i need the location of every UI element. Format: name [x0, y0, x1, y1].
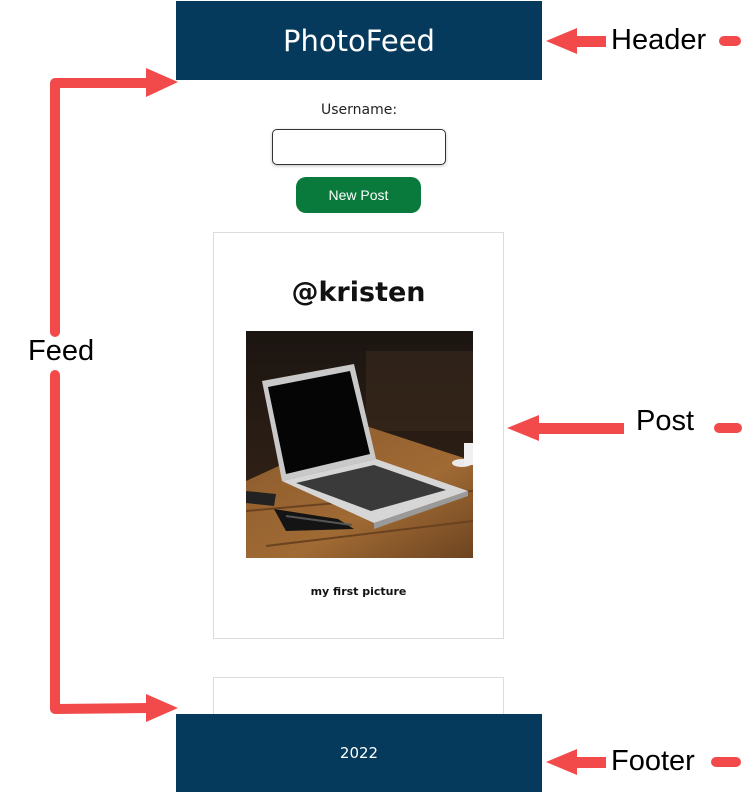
post-card: @kristen my first picture	[213, 232, 504, 639]
annotation-footer: Footer	[611, 745, 695, 777]
post-arrow-tail	[714, 423, 742, 433]
app-title: PhotoFeed	[283, 23, 435, 58]
footer-arrow	[546, 749, 606, 775]
post-image	[246, 331, 473, 558]
post-username: @kristen	[291, 277, 426, 308]
app-footer: 2022	[176, 714, 542, 792]
header-arrow	[546, 28, 606, 54]
laptop-photo-icon	[246, 331, 473, 558]
annotation-feed: Feed	[28, 335, 95, 367]
feed-bracket-bottom	[50, 370, 153, 714]
annotation-post: Post	[636, 405, 695, 437]
footer-arrow-tail	[711, 757, 741, 767]
app-header: PhotoFeed	[176, 1, 542, 80]
post-arrow	[507, 415, 624, 441]
username-input[interactable]	[272, 129, 446, 165]
new-post-button[interactable]: New Post	[296, 177, 421, 213]
post-caption: my first picture	[310, 585, 407, 598]
feed-arrow-top	[146, 68, 178, 97]
annotation-header: Header	[611, 24, 707, 56]
header-arrow-tail	[719, 36, 741, 46]
feed-arrow-bottom	[146, 694, 178, 722]
feed-bracket-top	[50, 78, 156, 337]
footer-year: 2022	[339, 744, 379, 762]
username-label: Username:	[320, 102, 398, 118]
